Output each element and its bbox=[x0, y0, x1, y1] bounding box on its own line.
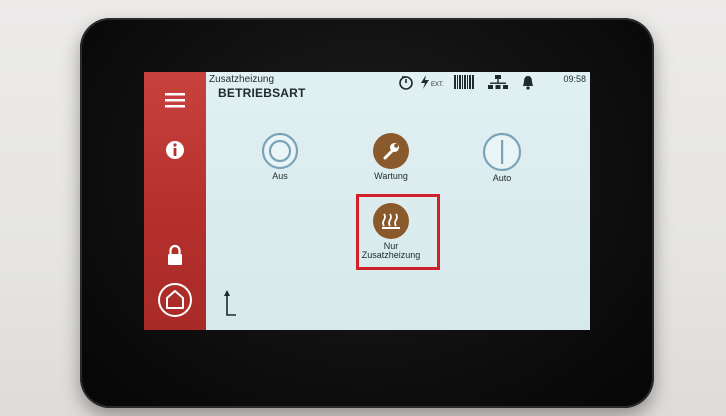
mode-aus-button[interactable]: Aus bbox=[240, 132, 320, 181]
timer-status bbox=[398, 74, 414, 90]
mode-auto-button[interactable]: Auto bbox=[462, 132, 542, 183]
lightning-icon bbox=[421, 75, 429, 89]
network-icon bbox=[488, 75, 508, 89]
breadcrumb: Zusatzheizung bbox=[209, 74, 275, 85]
mode-auto-label: Auto bbox=[492, 173, 512, 183]
timer-icon bbox=[399, 76, 413, 90]
home-button[interactable] bbox=[144, 280, 206, 320]
mode-aus-label: Aus bbox=[272, 171, 288, 181]
ext-power-status: EXT. bbox=[420, 74, 444, 90]
lock-icon bbox=[168, 244, 182, 265]
back-button[interactable] bbox=[224, 288, 238, 323]
clock-time: 09:58 bbox=[563, 74, 586, 84]
network-status bbox=[488, 74, 508, 90]
lock-button[interactable] bbox=[144, 242, 206, 268]
alarm-status bbox=[522, 74, 534, 90]
up-arrow-icon bbox=[224, 290, 236, 316]
page-title: BETRIEBSART bbox=[218, 86, 306, 100]
info-icon bbox=[166, 141, 184, 159]
mode-wartung-button[interactable]: Wartung bbox=[351, 132, 431, 181]
menu-button[interactable] bbox=[144, 88, 206, 112]
mode-wartung-label: Wartung bbox=[374, 171, 408, 181]
menu-icon bbox=[165, 93, 185, 108]
bell-icon bbox=[523, 75, 533, 90]
selection-highlight-box bbox=[356, 194, 440, 270]
ext-label: EXT. bbox=[431, 82, 444, 88]
barcode-status bbox=[454, 74, 474, 90]
home-icon bbox=[158, 283, 192, 317]
sidebar bbox=[144, 72, 206, 330]
barcode-icon bbox=[454, 75, 474, 89]
off-ring-icon bbox=[261, 132, 299, 170]
wrench-icon bbox=[373, 133, 409, 169]
info-button[interactable] bbox=[144, 138, 206, 162]
auto-icon bbox=[482, 132, 522, 172]
